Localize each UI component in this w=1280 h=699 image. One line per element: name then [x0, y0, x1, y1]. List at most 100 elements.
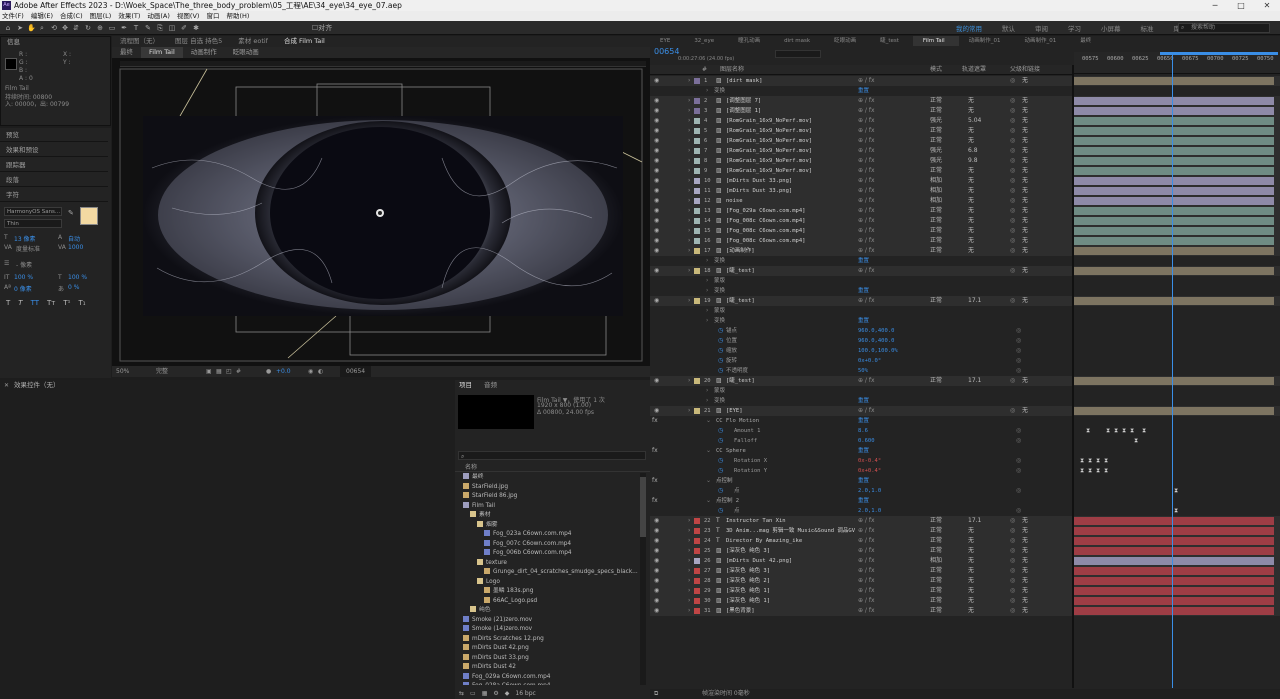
parent-select[interactable]: 无 — [1022, 146, 1028, 156]
effect-icon[interactable]: fx — [652, 446, 658, 456]
expand-arrow-icon[interactable]: › — [688, 76, 690, 86]
layer-duration-bar[interactable] — [1074, 77, 1274, 85]
reset-link[interactable]: 重置 — [858, 476, 869, 486]
pickwhip-icon[interactable]: ◎ — [1010, 406, 1015, 416]
pickwhip-icon[interactable]: ◎ — [1010, 156, 1015, 166]
blend-mode-select[interactable]: 强光 — [930, 116, 942, 126]
blend-mode-select[interactable]: 正常 — [930, 566, 942, 576]
parent-select[interactable]: 无 — [1022, 196, 1028, 206]
layer-duration-bar[interactable] — [1074, 247, 1274, 255]
blend-mode-select[interactable]: 正常 — [930, 106, 942, 116]
pickwhip-icon[interactable]: ◎ — [1010, 106, 1015, 116]
color-channel-icon[interactable]: ● — [266, 366, 271, 377]
pan-behind-tool-icon[interactable]: ⊕ — [96, 24, 104, 32]
menu-layer[interactable]: 图层(L) — [90, 11, 112, 21]
parent-select[interactable]: 无 — [1022, 576, 1028, 586]
project-item[interactable]: Fog_023a C6own.com.mp4 — [459, 530, 639, 540]
pan-camera-icon[interactable]: ✥ — [61, 24, 69, 32]
keyframe-icon[interactable]: ⧗ — [1096, 468, 1100, 474]
blend-mode-select[interactable]: 强光 — [930, 156, 942, 166]
expression-pickwhip-icon[interactable]: ◎ — [1016, 506, 1021, 516]
blend-mode-select[interactable]: 正常 — [930, 246, 942, 256]
parent-select[interactable]: 无 — [1022, 126, 1028, 136]
visibility-eye-icon[interactable]: ◉ — [654, 546, 659, 556]
small-caps-icon[interactable]: Tт — [47, 299, 55, 307]
expand-arrow-icon[interactable]: › — [706, 86, 708, 96]
track-matte-select[interactable]: 无 — [968, 596, 974, 606]
pickwhip-icon[interactable]: ◎ — [1010, 596, 1015, 606]
visibility-eye-icon[interactable]: ◉ — [654, 376, 659, 386]
visibility-eye-icon[interactable]: ◉ — [654, 76, 659, 86]
expand-arrow-icon[interactable]: › — [688, 206, 690, 216]
layer-name[interactable]: [调整图层 1] — [726, 106, 761, 116]
section-paragraph[interactable]: 段落 — [0, 173, 108, 187]
stopwatch-icon[interactable]: ◷ — [718, 506, 723, 516]
layer-name[interactable]: [深灰色 纯色 3] — [726, 566, 770, 576]
project-item[interactable]: Fog_006b C6own.com.mp4 — [459, 549, 639, 559]
track-matte-select[interactable]: 17.1 — [968, 376, 981, 386]
layer-switches[interactable]: ⊕ / fx — [858, 196, 875, 206]
parent-select[interactable]: 无 — [1022, 556, 1028, 566]
expression-pickwhip-icon[interactable]: ◎ — [1016, 366, 1021, 376]
layer-switches[interactable]: ⊕ / fx — [858, 156, 875, 166]
expand-arrow-icon[interactable]: › — [688, 156, 690, 166]
layer-duration-bar[interactable] — [1074, 217, 1274, 225]
layer-duration-bar[interactable] — [1074, 527, 1274, 535]
layer-name[interactable]: [RomGrain_16x9_NoPerf.mov] — [726, 126, 812, 136]
track-matte-select[interactable]: 无 — [968, 196, 974, 206]
expand-arrow-icon[interactable]: › — [688, 566, 690, 576]
layer-name[interactable]: [dirt mask] — [726, 76, 762, 86]
keyframe-icon[interactable]: ⧗ — [1104, 458, 1108, 464]
zoom-select[interactable]: 50% — [116, 366, 129, 377]
expression-pickwhip-icon[interactable]: ◎ — [1016, 436, 1021, 446]
zoom-tool-icon[interactable]: ⌕ — [38, 24, 46, 32]
label-color-swatch[interactable] — [694, 78, 700, 84]
breadcrumb-anim[interactable]: 动画制作 — [183, 47, 225, 58]
brush-tool-icon[interactable]: ✎ — [144, 24, 152, 32]
menu-animation[interactable]: 动画(A) — [147, 11, 170, 21]
layer-row[interactable]: ◉ › 1 ▨ [dirt mask] ⊕ / fx ◎ 无 — [650, 76, 1280, 86]
pickwhip-icon[interactable]: ◎ — [1010, 536, 1015, 546]
layer-switches[interactable]: ⊕ / fx — [858, 246, 875, 256]
expand-arrow-icon[interactable]: › — [706, 306, 708, 316]
property-row[interactable]: ◷ 缩放 100.0,100.0% ◎ — [650, 346, 1280, 356]
close-icon[interactable]: ✕ — [4, 382, 9, 389]
keyframe-icon[interactable]: ⧗ — [1122, 428, 1126, 434]
parent-select[interactable]: 无 — [1022, 566, 1028, 576]
track-matte-select[interactable]: 无 — [968, 606, 974, 616]
label-color-swatch[interactable] — [694, 128, 700, 134]
pickwhip-icon[interactable]: ◎ — [1010, 96, 1015, 106]
layer-row[interactable]: ◉ › 24 T Director By Amazing_ike ⊕ / fx 正常 无 ◎ 无 — [650, 536, 1280, 546]
pickwhip-icon[interactable]: ◎ — [1010, 166, 1015, 176]
menu-view[interactable]: 视图(V) — [177, 11, 200, 21]
visibility-eye-icon[interactable]: ◉ — [654, 206, 659, 216]
layer-name[interactable]: 3D Anim...mag 剪辑一致 Music&Sound 调品GV — [726, 526, 855, 536]
keyframe-icon[interactable]: ⧗ — [1134, 438, 1138, 444]
pickwhip-icon[interactable]: ◎ — [1010, 236, 1015, 246]
col-layer-name[interactable]: 图层名称 — [720, 65, 744, 75]
layer-name[interactable]: [黑色背景] — [726, 606, 755, 616]
layer-row[interactable]: ◉ › 10 ▨ [mDirts Dust 33.png] ⊕ / fx 相加 无 ◎ 无 — [650, 176, 1280, 186]
expand-arrow-icon[interactable]: › — [706, 386, 708, 396]
expand-arrow-icon[interactable]: › — [688, 126, 690, 136]
property-row[interactable]: ◷ 旋转 0x+0.0° ◎ — [650, 356, 1280, 366]
reset-link[interactable]: 重置 — [858, 446, 869, 456]
layer-duration-bar[interactable] — [1074, 197, 1274, 205]
keyframe-icon[interactable]: ⧗ — [1130, 428, 1134, 434]
all-caps-icon[interactable]: TT — [31, 299, 39, 307]
pickwhip-icon[interactable]: ◎ — [1010, 556, 1015, 566]
track-matte-select[interactable]: 无 — [968, 236, 974, 246]
layer-switches[interactable]: ⊕ / fx — [858, 406, 875, 416]
property-value[interactable]: 2.0,1.0 — [858, 506, 881, 516]
expand-arrow-icon[interactable]: › — [706, 316, 708, 326]
layer-row[interactable]: ◉ › 5 ▨ [RomGrain_16x9_NoPerf.mov] ⊕ / fx 正常 无 ◎… — [650, 126, 1280, 136]
property-row[interactable]: ◷ Rotation X 0x-0.4° ◎ ⧗ ⧗ ⧗ ⧗ — [650, 456, 1280, 466]
blend-mode-select[interactable]: 正常 — [930, 216, 942, 226]
blend-mode-select[interactable]: 正常 — [930, 96, 942, 106]
layer-duration-bar[interactable] — [1074, 577, 1274, 585]
layer-name[interactable]: [睫_test] — [726, 376, 755, 386]
keyframe-icon[interactable]: ⧗ — [1080, 458, 1084, 464]
grid-icon[interactable]: # — [236, 366, 241, 377]
settings-icon[interactable]: ⚙ — [493, 688, 498, 699]
layer-name[interactable]: [RomGrain_16x9_NoPerf.mov] — [726, 166, 812, 176]
